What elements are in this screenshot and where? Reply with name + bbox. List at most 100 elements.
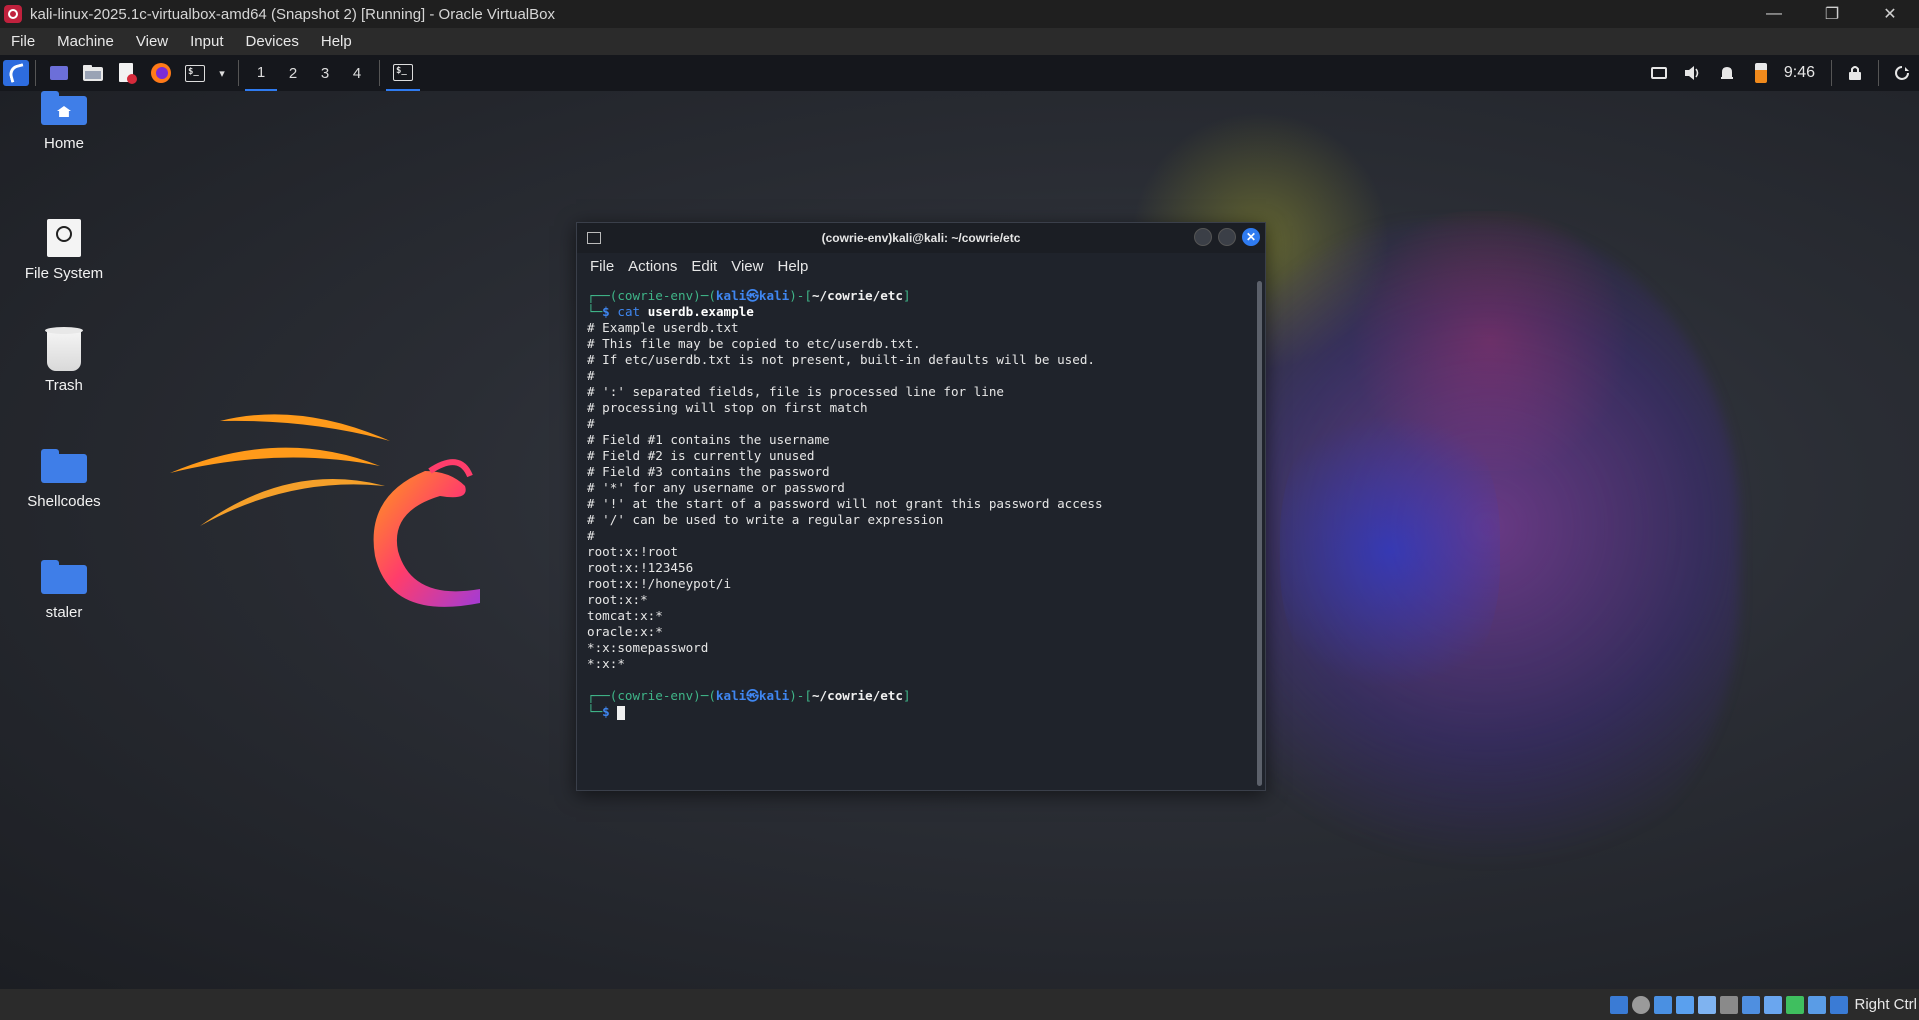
battery-level-icon — [1754, 63, 1767, 83]
text-cursor — [617, 705, 626, 720]
desktop-icon-file-system[interactable]: File System — [14, 219, 114, 282]
output-line: # Field #2 is currently unused — [587, 448, 815, 463]
terminal-glyph-icon: $_ — [185, 64, 205, 82]
folder-icon — [41, 449, 87, 483]
desktop-icon-staler[interactable]: staler — [14, 560, 114, 621]
workspace-1[interactable]: 1 — [245, 55, 277, 91]
output-line: tomcat:x:* — [587, 608, 663, 623]
terminal-output[interactable]: ┌──(cowrie-env)─(kali㉿kali)-[~/cowrie/et… — [577, 279, 1255, 790]
network-icon[interactable] — [1676, 995, 1695, 1014]
terminal-close-button[interactable]: ✕ — [1242, 228, 1260, 246]
house-icon — [57, 106, 71, 117]
vbox-menu-view[interactable]: View — [125, 33, 179, 50]
terminal-menu-file[interactable]: File — [577, 258, 621, 275]
file-manager-icon[interactable] — [80, 60, 106, 86]
terminal-menu-help[interactable]: Help — [770, 258, 815, 275]
workspace-4[interactable]: 4 — [341, 55, 373, 91]
cpu-activity-icon[interactable] — [1786, 995, 1805, 1014]
wallpaper-glow — [1280, 391, 1500, 711]
usb-icon[interactable] — [1698, 995, 1717, 1014]
close-window-button[interactable]: ✕ — [1861, 0, 1919, 28]
prompt-line: ┌──(cowrie-env)─(kali㉿kali)-[~/cowrie/et… — [587, 688, 911, 703]
hard-disk-icon[interactable] — [1610, 995, 1629, 1014]
prompt-symbol: $ — [602, 304, 610, 319]
window-controls: — ❐ ✕ — [1745, 0, 1919, 28]
vbox-menu-help[interactable]: Help — [310, 33, 363, 50]
display-icon[interactable] — [1646, 60, 1672, 86]
prompt-user: kali — [715, 288, 747, 303]
prompt-symbol: $ — [602, 704, 610, 719]
volume-icon[interactable] — [1680, 60, 1706, 86]
chevron-down-icon[interactable]: ▾ — [216, 60, 228, 86]
battery-icon[interactable] — [1748, 60, 1774, 86]
output-line: root:x:!123456 — [587, 560, 694, 575]
output-line: root:x:* — [587, 592, 648, 607]
terminal-icon[interactable]: $_ — [182, 60, 208, 86]
top-panel: $_ ▾ 1 2 3 4 $_ 9:46 — [0, 55, 1919, 91]
output-line: # processing will stop on first match — [587, 400, 868, 415]
shared-folders-icon[interactable] — [1720, 995, 1739, 1014]
terminal-minimize-button[interactable] — [1194, 228, 1212, 246]
panel-separator — [379, 60, 380, 86]
terminal-menu-view[interactable]: View — [724, 258, 770, 275]
desktop-icon[interactable] — [46, 60, 72, 86]
vbox-status-bar: Right Ctrl — [0, 989, 1919, 1020]
panel-clock[interactable]: 9:46 — [1784, 64, 1815, 82]
workspace-2[interactable]: 2 — [277, 55, 309, 91]
terminal-menu-actions[interactable]: Actions — [621, 258, 684, 275]
output-line: # — [587, 416, 595, 431]
output-line: # — [587, 368, 595, 383]
mouse-integration-icon[interactable] — [1808, 995, 1827, 1014]
output-line: root:x:!root — [587, 544, 678, 559]
desktop-icon-trash[interactable]: Trash — [14, 327, 114, 394]
desktop-icon-shellcodes[interactable]: Shellcodes — [14, 449, 114, 510]
input-line[interactable]: └─$ — [587, 704, 1255, 720]
taskbar-terminal-button[interactable]: $_ — [386, 55, 420, 91]
notification-bell-icon[interactable] — [1714, 60, 1740, 86]
terminal-window[interactable]: (cowrie-env)kali@kali: ~/cowrie/etc ✕ Fi… — [576, 222, 1266, 791]
prompt-at: ㉿ — [746, 688, 759, 703]
firefox-icon[interactable] — [148, 60, 174, 86]
vbox-menu-devices[interactable]: Devices — [235, 33, 310, 50]
output-line: root:x:!/honeypot/i — [587, 576, 732, 591]
window-title: kali-linux-2025.1c-virtualbox-amd64 (Sna… — [30, 5, 555, 23]
terminal-title-bar[interactable]: (cowrie-env)kali@kali: ~/cowrie/etc ✕ — [577, 223, 1265, 253]
panel-separator — [238, 60, 239, 86]
lock-icon[interactable] — [1842, 60, 1868, 86]
optical-drive-icon[interactable] — [1632, 995, 1651, 1014]
home-folder-icon — [41, 91, 87, 125]
vbox-menu-machine[interactable]: Machine — [46, 33, 125, 50]
prompt-env: (cowrie-env) — [609, 688, 701, 703]
command-line: └─$ cat userdb.example — [587, 304, 754, 319]
prompt-path: ~/cowrie/etc — [811, 688, 903, 703]
desktop-icon-label: Shellcodes — [27, 493, 101, 510]
logout-icon[interactable] — [1889, 60, 1915, 86]
terminal-menu-edit[interactable]: Edit — [684, 258, 724, 275]
vbox-menu-input[interactable]: Input — [179, 33, 234, 50]
workspace-3[interactable]: 3 — [309, 55, 341, 91]
folder-icon — [41, 560, 87, 594]
desktop-icon-label: Home — [43, 135, 84, 152]
restore-button[interactable]: ❐ — [1803, 0, 1861, 28]
prompt-host: kali — [758, 688, 790, 703]
keyboard-capture-icon[interactable] — [1830, 995, 1849, 1014]
kali-menu-icon[interactable] — [3, 60, 29, 86]
terminal-window-controls: ✕ — [1194, 228, 1260, 246]
output-line: *:x:somepassword — [587, 640, 709, 655]
drive-icon — [47, 219, 81, 257]
video-capture-icon[interactable] — [1764, 995, 1783, 1014]
text-editor-icon[interactable] — [114, 60, 140, 86]
desktop-icon-label: File System — [24, 265, 104, 282]
vbox-menu-file[interactable]: File — [0, 33, 46, 50]
output-line: # If etc/userdb.txt is not present, buil… — [587, 352, 1095, 367]
terminal-scrollbar[interactable] — [1257, 281, 1262, 786]
minimize-button[interactable]: — — [1745, 0, 1803, 28]
desktop-icon-label: staler — [45, 604, 83, 621]
terminal-maximize-button[interactable] — [1218, 228, 1236, 246]
prompt-path: ~/cowrie/etc — [811, 288, 903, 303]
audio-icon[interactable] — [1654, 995, 1673, 1014]
display-settings-icon[interactable] — [1742, 995, 1761, 1014]
output-line: # ':' separated fields, file is processe… — [587, 384, 1005, 399]
desktop-icon-home[interactable]: Home — [14, 91, 114, 152]
